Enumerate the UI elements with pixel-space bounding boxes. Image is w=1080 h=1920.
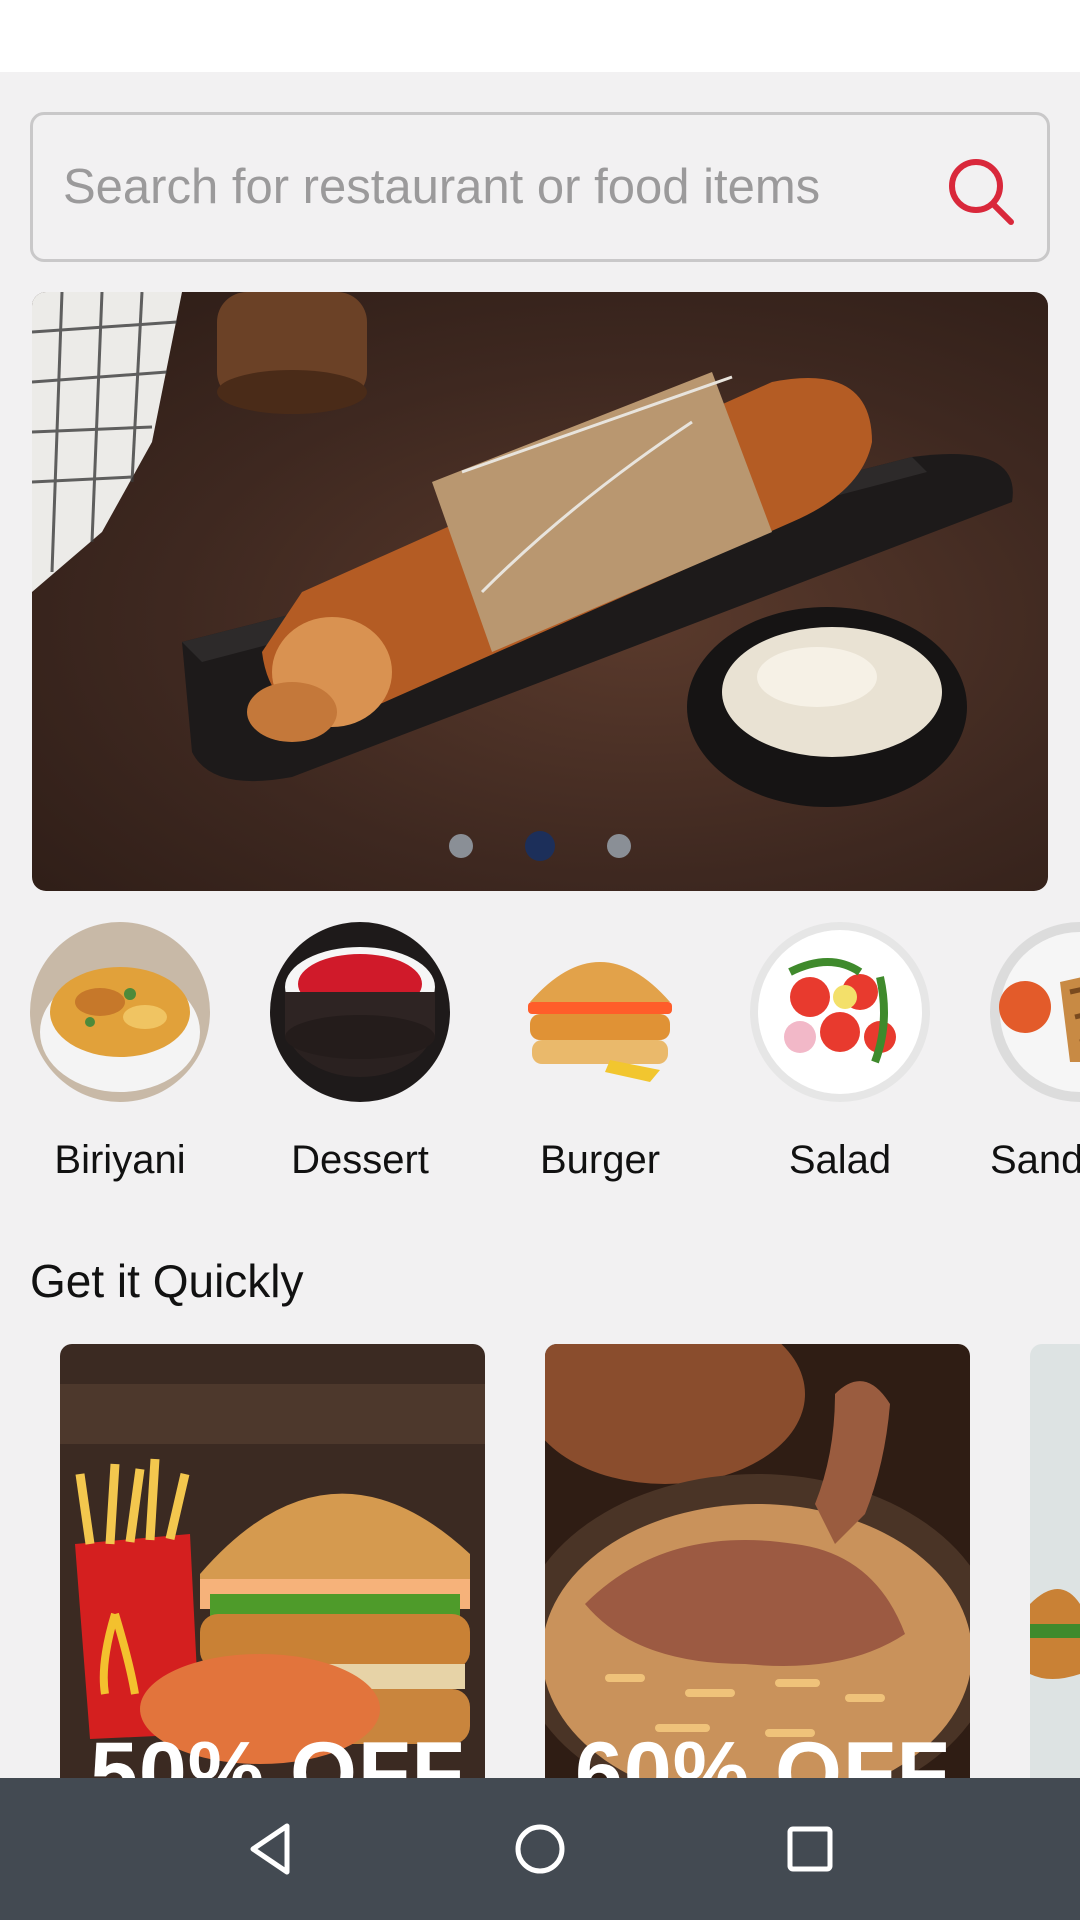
offer-image <box>1030 1344 1080 1778</box>
burger-meal-image <box>60 1344 485 1778</box>
salad-image <box>750 922 930 1102</box>
category-label: Salad <box>788 1138 892 1182</box>
category-biriyani[interactable]: Biriyani <box>25 922 215 1183</box>
offer-label: 50% OFF <box>90 1725 465 1778</box>
search-input[interactable] <box>63 115 923 259</box>
recents-icon[interactable] <box>775 1814 845 1884</box>
category-burger[interactable]: Burger <box>505 922 695 1183</box>
burger-image <box>510 922 690 1102</box>
glass <box>217 292 367 414</box>
status-bar <box>0 0 1080 72</box>
biriyani-meal-image <box>545 1344 970 1778</box>
category-label: Dessert <box>291 1138 429 1182</box>
dessert-image <box>270 922 450 1102</box>
offer-card[interactable]: 50% OFF <box>60 1344 485 1778</box>
sandwich-image <box>990 922 1080 1102</box>
category-dessert[interactable]: Dessert <box>265 922 455 1183</box>
back-icon[interactable] <box>235 1814 305 1884</box>
napkin <box>32 292 182 592</box>
home-icon[interactable] <box>505 1814 575 1884</box>
carousel-dot[interactable] <box>607 834 631 858</box>
offer-card[interactable]: 60% OFF <box>545 1344 970 1778</box>
category-label: Biriyani <box>54 1138 186 1182</box>
system-navigation-bar <box>0 1778 1080 1920</box>
search-icon[interactable] <box>945 155 1017 227</box>
category-label: Burger <box>539 1138 661 1182</box>
biriyani-image <box>30 922 210 1102</box>
search-bar[interactable] <box>30 112 1050 262</box>
carousel-dot[interactable] <box>449 834 473 858</box>
offer-card[interactable] <box>1030 1344 1080 1778</box>
sauce-bowl <box>687 607 967 807</box>
category-sandwich[interactable]: Sand <box>985 922 1080 1183</box>
category-list: Biriyani Dessert Burger Salad Sand <box>0 922 1080 1192</box>
carousel-dot-active[interactable] <box>525 831 555 861</box>
carousel-indicator <box>32 831 1048 861</box>
offer-label: 60% OFF <box>575 1725 950 1778</box>
wrap-food-image <box>32 292 1013 807</box>
section-title: Get it Quickly <box>30 1255 304 1307</box>
category-label: Sand <box>990 1138 1080 1182</box>
category-salad[interactable]: Salad <box>745 922 935 1183</box>
quick-offers-list: 50% OFF 60% OFF <box>0 1344 1080 1778</box>
promo-banner[interactable] <box>32 292 1048 891</box>
